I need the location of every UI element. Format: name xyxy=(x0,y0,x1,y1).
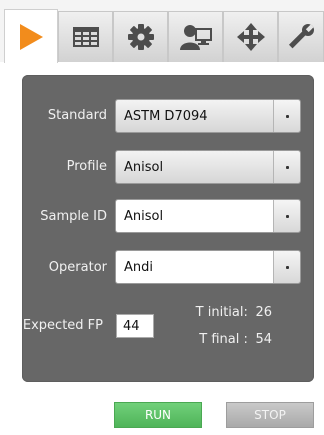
dropdown-dot-icon xyxy=(285,214,289,218)
operator-value[interactable]: Andi xyxy=(116,251,273,283)
table-icon xyxy=(72,27,99,47)
user-monitor-icon xyxy=(179,25,212,50)
profile-select[interactable]: Anisol xyxy=(115,150,301,184)
tab-tools[interactable] xyxy=(278,11,324,62)
t-final-readout: T final : 54 xyxy=(152,332,272,347)
operator-label: Operator xyxy=(48,260,107,275)
tab-run[interactable] xyxy=(4,9,58,63)
t-initial-label: T initial: xyxy=(195,305,248,320)
dropdown-dot-icon xyxy=(285,165,289,169)
t-final-label: T final : xyxy=(199,332,248,347)
tab-user[interactable] xyxy=(168,11,223,62)
t-initial-readout: T initial: 26 xyxy=(152,305,272,320)
measurement-panel: Standard ASTM D7094 Profile Anisol Sampl… xyxy=(22,75,314,382)
play-icon xyxy=(20,23,43,50)
standard-value: ASTM D7094 xyxy=(116,100,273,132)
gear-icon xyxy=(127,24,154,50)
dropdown-dot-icon xyxy=(285,265,289,269)
standard-select[interactable]: ASTM D7094 xyxy=(115,99,301,133)
t-initial-value: 26 xyxy=(255,305,272,320)
sample-id-value[interactable]: Anisol xyxy=(116,200,273,232)
sample-id-dropdown-button[interactable] xyxy=(273,200,300,232)
profile-label: Profile xyxy=(66,159,107,174)
run-button[interactable]: RUN xyxy=(114,402,202,428)
sample-id-field[interactable]: Anisol xyxy=(115,199,301,233)
app-window: Standard ASTM D7094 Profile Anisol Sampl… xyxy=(0,0,324,435)
operator-field[interactable]: Andi xyxy=(115,250,301,284)
dropdown-dot-icon xyxy=(285,114,289,118)
expected-fp-label: Expected FP xyxy=(22,318,103,333)
t-final-value: 54 xyxy=(255,332,272,347)
wrench-icon xyxy=(288,24,314,49)
standard-dropdown-button[interactable] xyxy=(273,100,300,132)
tab-move[interactable] xyxy=(223,11,278,62)
profile-dropdown-button[interactable] xyxy=(273,151,300,183)
expected-fp-input[interactable]: 44 xyxy=(116,314,154,338)
tab-table[interactable] xyxy=(58,11,113,62)
tab-bar xyxy=(0,0,324,63)
profile-value: Anisol xyxy=(116,151,273,183)
standard-label: Standard xyxy=(47,108,107,123)
tab-settings[interactable] xyxy=(113,11,168,62)
operator-dropdown-button[interactable] xyxy=(273,251,300,283)
move-icon xyxy=(236,23,265,51)
sample-id-label: Sample ID xyxy=(40,209,107,224)
stop-button[interactable]: STOP xyxy=(226,402,314,428)
